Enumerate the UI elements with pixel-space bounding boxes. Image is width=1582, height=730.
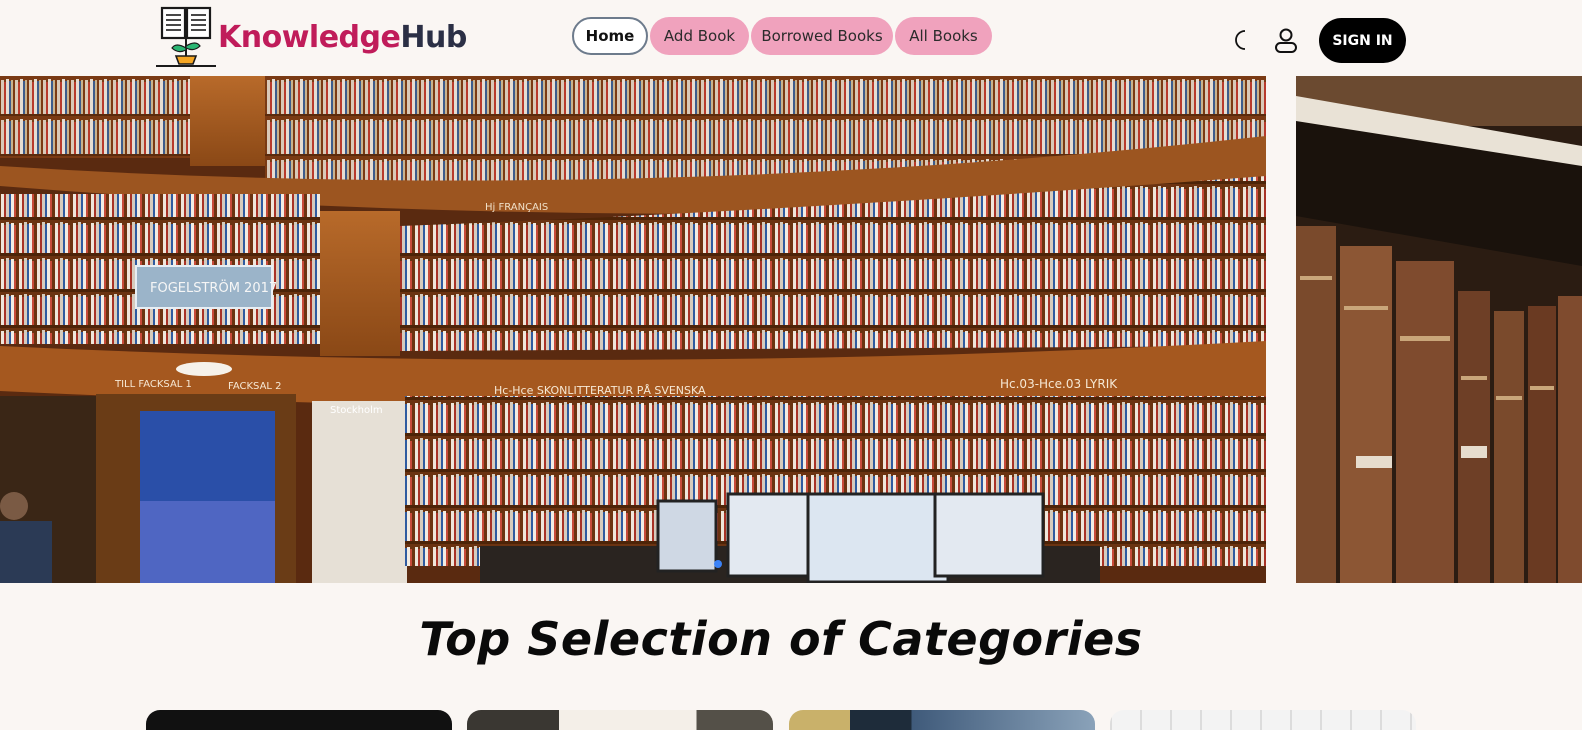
old-books-shelf-image bbox=[1296, 76, 1582, 583]
category-card[interactable] bbox=[789, 710, 1095, 730]
section-title: Top Selection of Categories bbox=[419, 612, 1143, 666]
slider-dot-active[interactable] bbox=[714, 560, 722, 568]
user-icon[interactable] bbox=[1272, 26, 1300, 54]
svg-text:FOGELSTRÖM 2017: FOGELSTRÖM 2017 bbox=[150, 279, 277, 296]
brand-name-part2: Hub bbox=[400, 19, 467, 55]
tab-add-book[interactable]: Add Book bbox=[650, 17, 749, 55]
svg-text:Hj FRANÇAIS: Hj FRANÇAIS bbox=[485, 202, 548, 213]
svg-text:Hc.03-Hce.03 LYRIK: Hc.03-Hce.03 LYRIK bbox=[1000, 377, 1118, 391]
brand-name-part1: Knowledge bbox=[218, 19, 401, 55]
brand-name: KnowledgeHub bbox=[218, 20, 467, 55]
tab-all-books[interactable]: All Books bbox=[895, 17, 992, 55]
category-card[interactable] bbox=[467, 710, 773, 730]
open-book-plant-icon bbox=[156, 6, 216, 67]
svg-text:TILL FACKSAL 1: TILL FACKSAL 1 bbox=[114, 379, 192, 390]
hero-slider[interactable]: FOGELSTRÖM 2017 Hj FRANÇAIS TILL FACKSAL… bbox=[0, 76, 1582, 583]
category-card[interactable] bbox=[1110, 710, 1416, 730]
tab-home[interactable]: Home bbox=[572, 17, 648, 55]
nav-tabs: Home Add Book Borrowed Books All Books bbox=[572, 17, 992, 55]
navbar: KnowledgeHub Home Add Book Borrowed Book… bbox=[0, 0, 1582, 76]
svg-text:Hc-Hce SKONLITTERATUR PÅ SVENS: Hc-Hce SKONLITTERATUR PÅ SVENSKA bbox=[494, 384, 706, 397]
brand-logo[interactable]: KnowledgeHub bbox=[156, 6, 467, 68]
svg-text:FACKSAL 2: FACKSAL 2 bbox=[228, 381, 282, 392]
tab-borrowed-books[interactable]: Borrowed Books bbox=[751, 17, 893, 55]
sign-in-button[interactable]: SIGN IN bbox=[1319, 18, 1406, 63]
svg-text:Stockholm: Stockholm bbox=[330, 405, 383, 416]
moon-icon[interactable] bbox=[1230, 28, 1254, 52]
category-card[interactable] bbox=[146, 710, 452, 730]
library-rotunda-image: FOGELSTRÖM 2017 Hj FRANÇAIS TILL FACKSAL… bbox=[0, 76, 1266, 583]
